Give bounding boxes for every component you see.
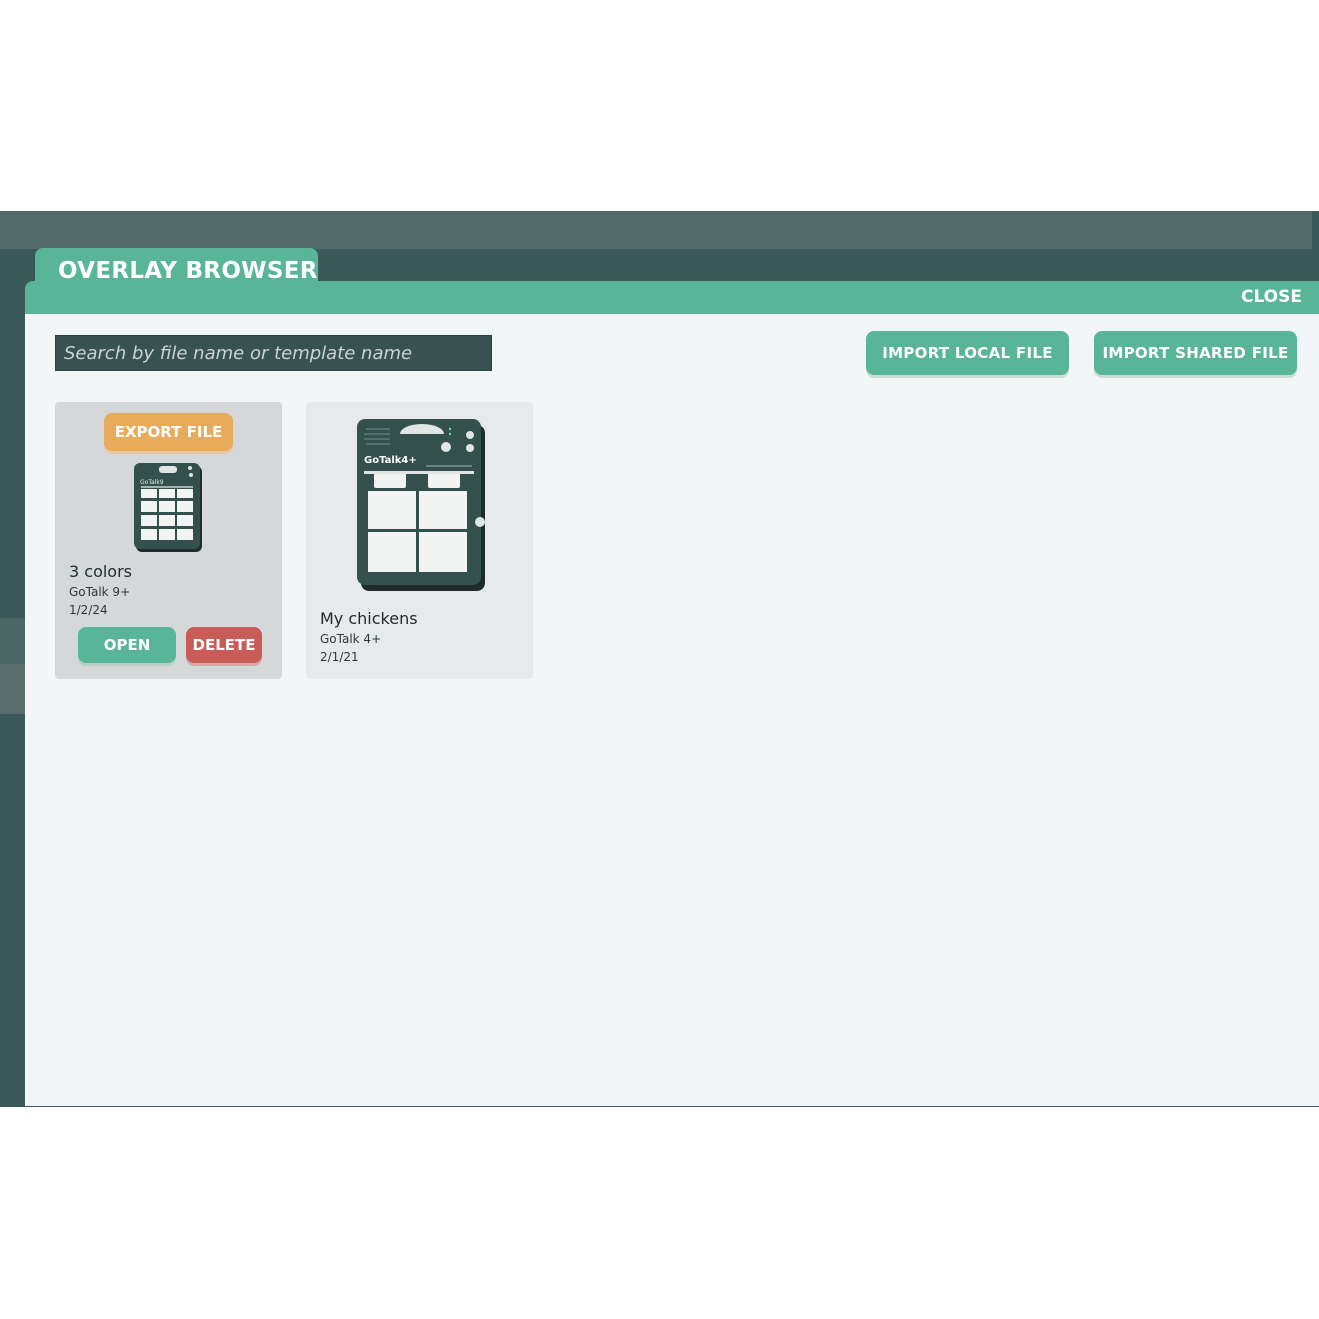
sidebar-tab-secondary[interactable]	[0, 664, 25, 714]
file-template: GoTalk 9+	[69, 585, 131, 599]
file-date: 1/2/24	[69, 603, 108, 617]
dialog-header: CLOSE	[25, 281, 1319, 314]
import-local-file-button[interactable]: IMPORT LOCAL FILE	[866, 331, 1069, 375]
delete-button[interactable]: DELETE	[186, 627, 262, 663]
sidebar-tab[interactable]	[0, 618, 25, 664]
search-input[interactable]	[55, 335, 492, 371]
file-card[interactable]: EXPORT FILE GoTalk9 3 colors GoTalk 9+ 1…	[55, 402, 282, 679]
gotalk-9-thumbnail-icon: GoTalk9	[134, 463, 202, 552]
file-template: GoTalk 4+	[320, 632, 382, 646]
gotalk-4-thumbnail-icon: GoTalk4+	[357, 419, 485, 591]
svg-text:GoTalk9: GoTalk9	[140, 479, 164, 486]
file-name: My chickens	[320, 609, 418, 628]
file-date: 2/1/21	[320, 650, 359, 664]
overlay-browser-panel: IMPORT LOCAL FILE IMPORT SHARED FILE EXP…	[25, 314, 1319, 1106]
import-shared-file-button[interactable]: IMPORT SHARED FILE	[1094, 331, 1297, 375]
file-name: 3 colors	[69, 562, 132, 581]
close-button[interactable]: CLOSE	[1241, 287, 1302, 307]
app-top-bar	[0, 211, 1312, 249]
file-card[interactable]: GoTalk4+ My chickens GoTalk 4+ 2/1/21	[306, 402, 533, 679]
open-button[interactable]: OPEN	[78, 627, 176, 663]
export-file-button[interactable]: EXPORT FILE	[104, 413, 233, 451]
svg-text:GoTalk4+: GoTalk4+	[364, 455, 417, 466]
